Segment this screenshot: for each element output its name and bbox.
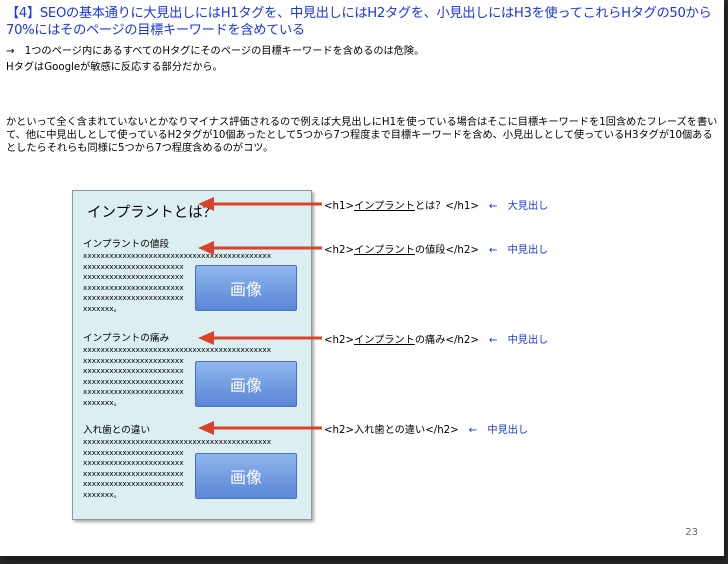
- explanation-paragraph: かといって全く含まれていないとかなりマイナス評価されるので例えば大見出しにH1を…: [6, 117, 718, 155]
- tag-open: <h2>: [324, 425, 355, 436]
- slide: 【4】SEOの基本通りに大見出しにはH1タグを、中見出しにはH2タグを、小見出し…: [0, 0, 724, 556]
- tag-open: <h1>: [324, 201, 355, 212]
- tag-label-h2-dentures: <h2>入れ歯との違い</h2> ← 中見出し: [324, 421, 528, 436]
- tag-keyword: インプラント: [354, 335, 415, 346]
- image-placeholder: 画像: [195, 265, 297, 311]
- tag-rest: とは？</h1>: [414, 201, 479, 212]
- arrow-h1: [198, 197, 322, 211]
- page-number: 23: [685, 527, 698, 538]
- reason-line: HタグはGoogleが敏感に反応する部分だから。: [6, 62, 223, 73]
- tag-note: ← 中見出し: [468, 425, 529, 436]
- arrow-h2-pain: [198, 331, 322, 345]
- tag-keyword: インプラント: [354, 245, 415, 256]
- tag-note: ← 中見出し: [488, 245, 549, 256]
- image-placeholder: 画像: [195, 453, 297, 499]
- warning-line: → 1つのページ内にあるすべてのHタグにそのページの目標キーワードを含めるのは危…: [6, 46, 425, 57]
- arrow-h2-dentures: [198, 421, 322, 435]
- image-placeholder: 画像: [195, 361, 297, 407]
- tag-rest: の痛み</h2>: [414, 335, 479, 346]
- tag-label-h1: <h1>インプラントとは？</h1> ← 大見出し: [324, 197, 548, 212]
- tag-note: ← 中見出し: [488, 335, 549, 346]
- tag-note: ← 大見出し: [488, 201, 549, 212]
- tag-label-h2-pain: <h2>インプラントの痛み</h2> ← 中見出し: [324, 331, 548, 346]
- arrow-h2-price: [198, 241, 322, 255]
- tag-rest: 入れ歯との違い</h2>: [354, 425, 459, 436]
- slide-title: 【4】SEOの基本通りに大見出しにはH1タグを、中見出しにはH2タグを、小見出し…: [6, 6, 712, 38]
- tag-open: <h2>: [324, 245, 355, 256]
- tag-open: <h2>: [324, 335, 355, 346]
- tag-rest: の値段</h2>: [414, 245, 479, 256]
- tag-keyword: インプラント: [354, 201, 415, 212]
- tag-label-h2-price: <h2>インプラントの値段</h2> ← 中見出し: [324, 241, 548, 256]
- dummy-text-line: xxxxxxxxxxxxxxxxxxxxxxxxxxxxxxxxxxxxxxxx…: [83, 437, 272, 446]
